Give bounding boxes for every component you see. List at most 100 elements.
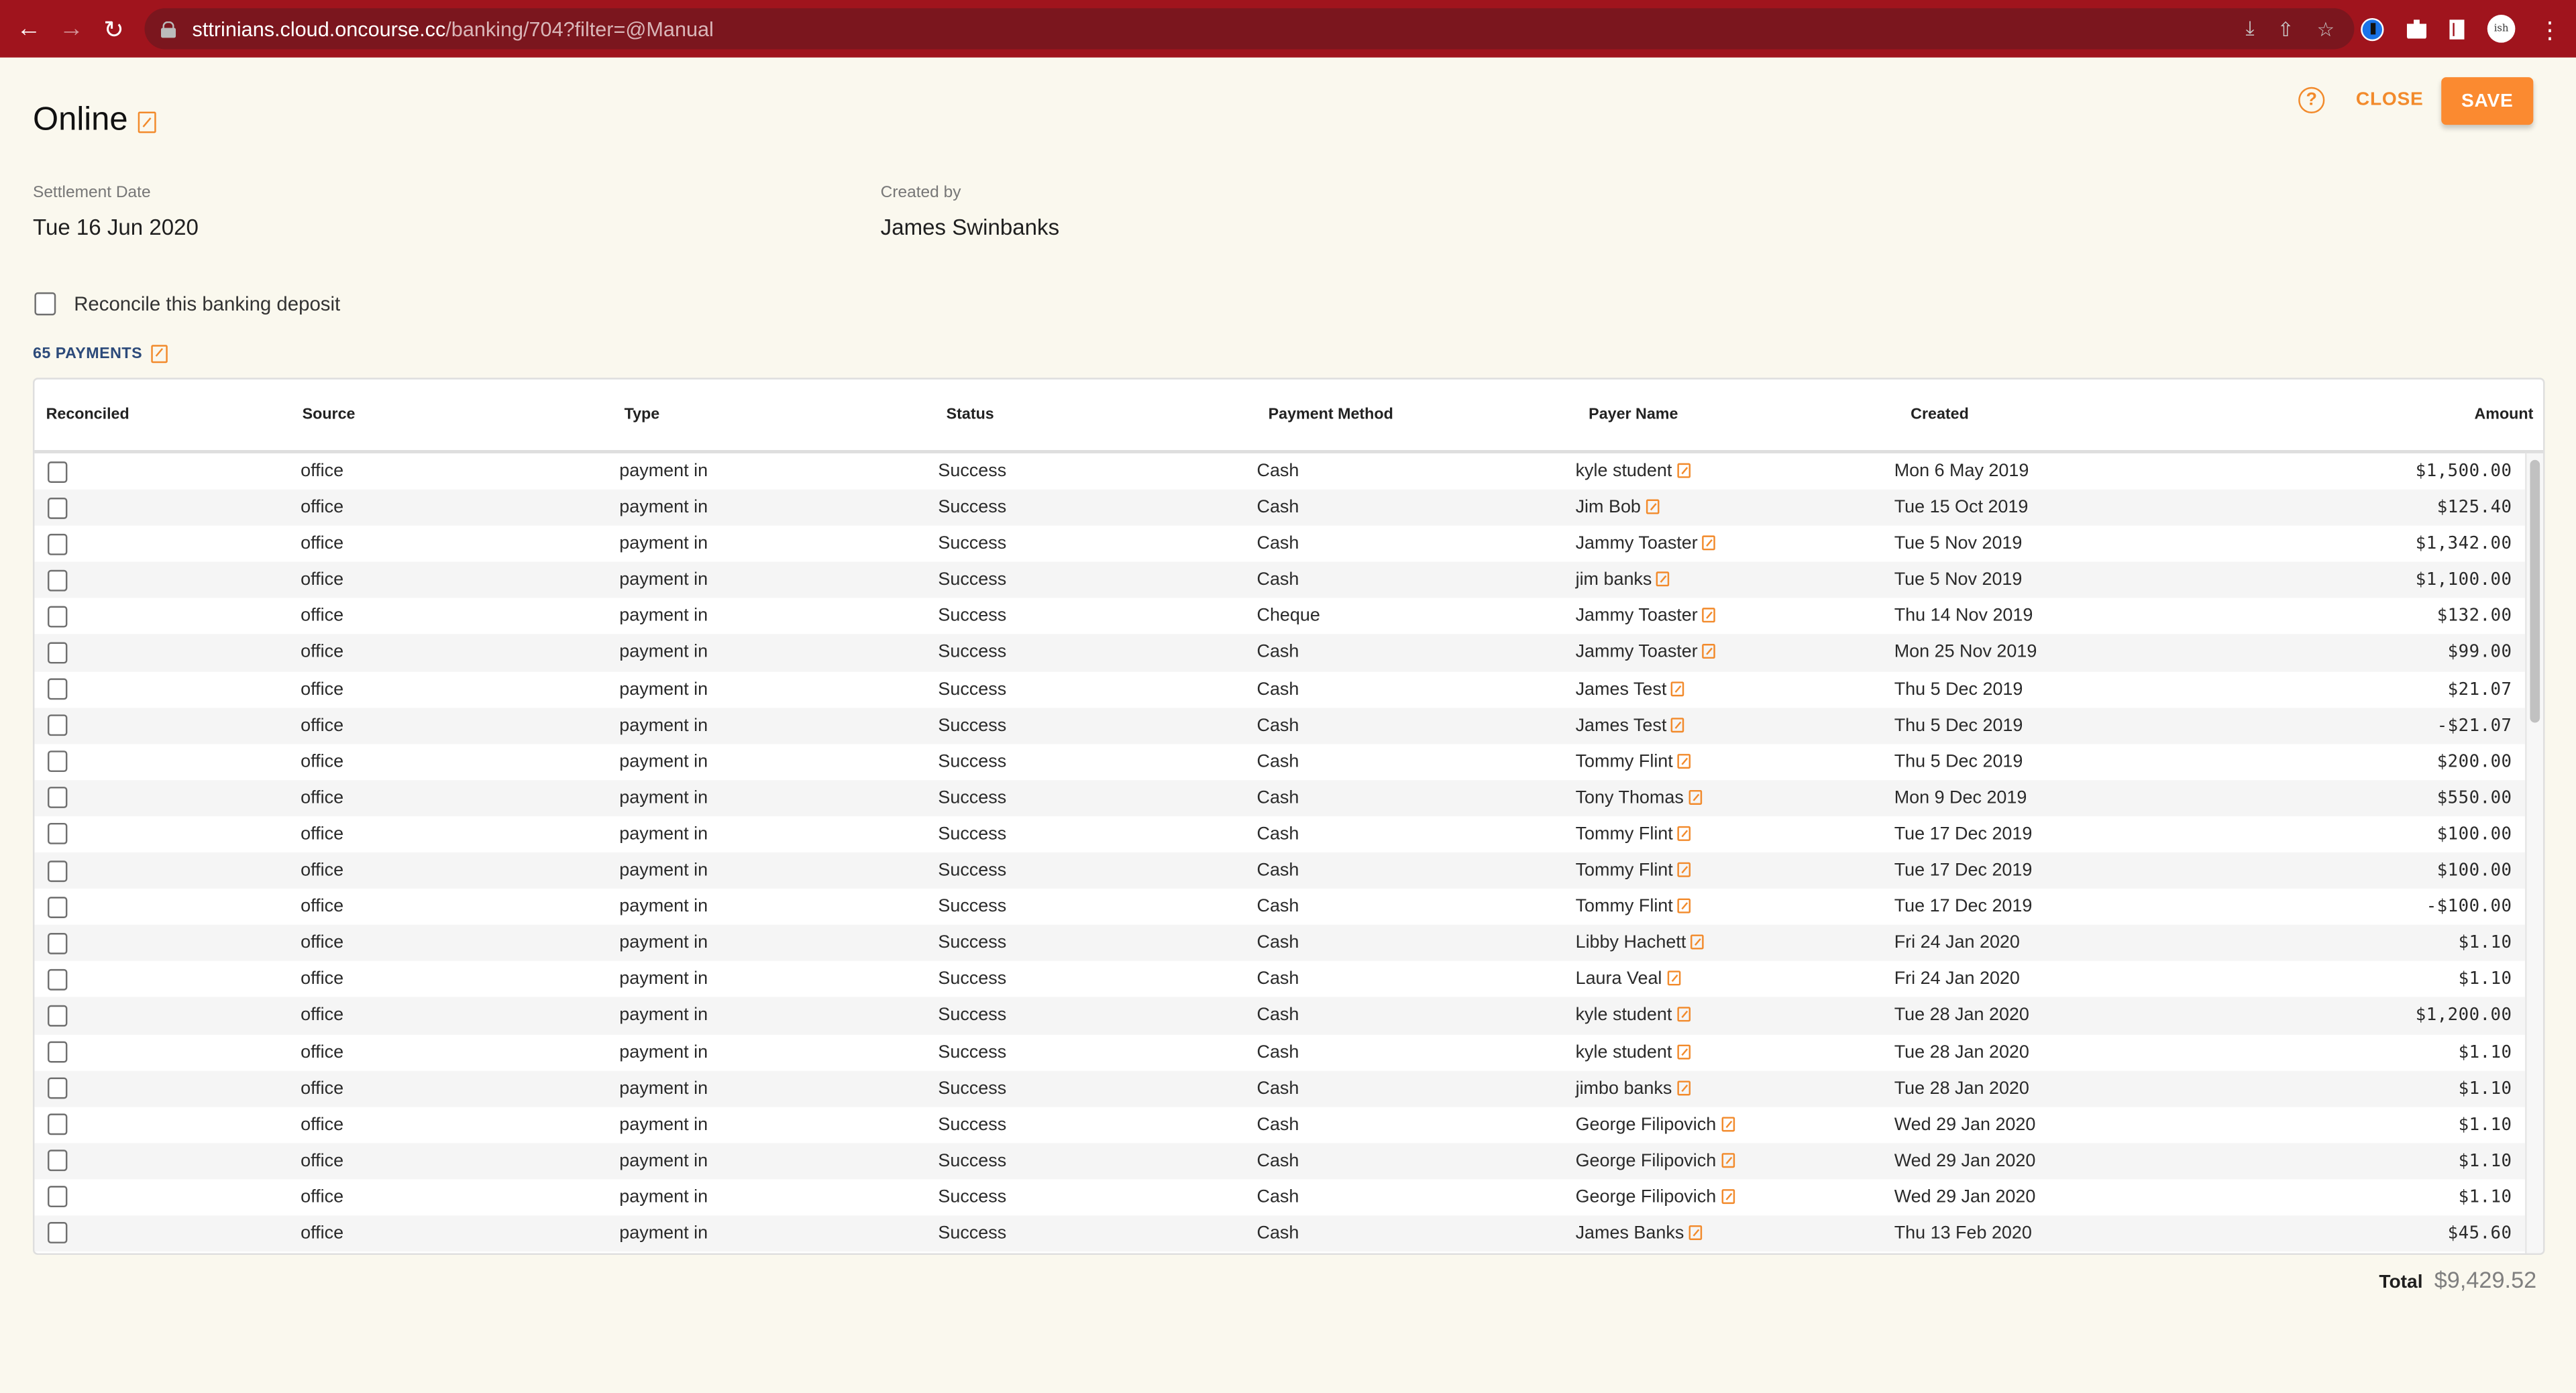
cell-reconciled[interactable] bbox=[48, 787, 68, 814]
table-row[interactable]: office payment in Success Cash Tue 28 Jan 20… bbox=[34, 1034, 2543, 1070]
open-payer-icon[interactable] bbox=[1721, 1116, 1735, 1131]
menu-icon[interactable]: ⋮ bbox=[2538, 17, 2561, 40]
cell-reconciled[interactable] bbox=[48, 714, 68, 741]
bookmark-star-icon[interactable]: ☆ bbox=[2317, 17, 2334, 40]
help-icon[interactable]: ? bbox=[2298, 87, 2325, 113]
reconciled-checkbox[interactable] bbox=[48, 460, 68, 482]
reconciled-checkbox[interactable] bbox=[48, 1077, 68, 1099]
table-row[interactable]: office payment in Success Cash Fri 24 Jan 20… bbox=[34, 961, 2543, 997]
cell-reconciled[interactable] bbox=[48, 1186, 68, 1213]
open-payer-icon[interactable] bbox=[1646, 499, 1659, 514]
cell-reconciled[interactable] bbox=[48, 932, 68, 958]
cell-reconciled[interactable] bbox=[48, 1113, 68, 1140]
cell-reconciled[interactable] bbox=[48, 642, 68, 668]
table-row[interactable]: office payment in Success Cash Tue 5 Nov 201… bbox=[34, 526, 2543, 562]
table-row[interactable]: office payment in Success Cash Wed 29 Jan 20… bbox=[34, 1142, 2544, 1180]
cell-reconciled[interactable] bbox=[48, 497, 68, 523]
cell-reconciled[interactable] bbox=[48, 1041, 68, 1068]
open-payer-icon[interactable] bbox=[1678, 898, 1691, 913]
table-row[interactable]: office payment in Success Cash Tue 17 Dec 20… bbox=[34, 852, 2544, 889]
reconciled-checkbox[interactable] bbox=[48, 968, 68, 991]
cell-reconciled[interactable] bbox=[48, 896, 68, 922]
password-manager-icon[interactable] bbox=[2361, 17, 2384, 41]
table-row[interactable]: office payment in Success Cash Fri 24 Jan 20… bbox=[34, 925, 2544, 962]
save-button[interactable]: SAVE bbox=[2441, 77, 2534, 125]
profile-avatar[interactable]: ish bbox=[2487, 15, 2516, 43]
reload-icon[interactable]: ↻ bbox=[103, 0, 124, 58]
reconciled-checkbox[interactable] bbox=[48, 932, 68, 954]
back-icon[interactable]: ← bbox=[16, 0, 41, 58]
reconciled-checkbox[interactable] bbox=[48, 569, 68, 592]
open-payer-icon[interactable] bbox=[1676, 1044, 1690, 1059]
reconciled-checkbox[interactable] bbox=[48, 750, 68, 773]
open-payer-icon[interactable] bbox=[1671, 717, 1685, 732]
reconcile-deposit-checkbox[interactable]: Reconcile this banking deposit bbox=[34, 292, 340, 316]
url-text[interactable]: sttrinians.cloud.oncourse.cc/banking/704… bbox=[193, 17, 714, 40]
cell-reconciled[interactable] bbox=[48, 1150, 68, 1176]
side-panel-icon[interactable] bbox=[2449, 19, 2465, 39]
cell-reconciled[interactable] bbox=[48, 460, 68, 487]
reconciled-checkbox[interactable] bbox=[48, 1005, 68, 1027]
cell-reconciled[interactable] bbox=[48, 824, 68, 850]
table-row[interactable]: office payment in Success Cash Wed 29 Jan 20… bbox=[34, 1107, 2543, 1143]
table-row[interactable]: office payment in Success Cash Thu 5 Dec 201… bbox=[34, 671, 2543, 708]
open-payer-icon[interactable] bbox=[1690, 935, 1705, 950]
table-row[interactable]: office payment in Success Cash Thu 13 Feb 20… bbox=[34, 1215, 2544, 1252]
open-payer-icon[interactable] bbox=[1721, 1152, 1735, 1168]
reconciled-checkbox[interactable] bbox=[48, 1113, 68, 1135]
table-row[interactable]: office payment in Success Cash Thu 5 Dec 201… bbox=[34, 744, 2543, 780]
cell-reconciled[interactable] bbox=[48, 533, 68, 559]
open-payer-icon[interactable] bbox=[1678, 753, 1691, 769]
column-header-amount[interactable]: Amount bbox=[2474, 406, 2533, 424]
reconciled-checkbox[interactable] bbox=[48, 606, 68, 628]
table-row[interactable]: office payment in Success Cheque Thu 14 Nov … bbox=[34, 598, 2543, 634]
reconciled-checkbox[interactable] bbox=[48, 1223, 68, 1245]
open-payer-icon[interactable] bbox=[1688, 789, 1702, 805]
table-row[interactable]: office payment in Success Cash Tue 17 Dec 20… bbox=[34, 889, 2543, 925]
table-row[interactable]: office payment in Success Cash Tue 15 Oct 20… bbox=[34, 490, 2544, 526]
install-icon[interactable]: ⤓ bbox=[2245, 16, 2254, 41]
column-header-type[interactable]: Type bbox=[625, 406, 660, 424]
extensions-icon[interactable] bbox=[2406, 19, 2427, 39]
reconciled-checkbox[interactable] bbox=[48, 497, 68, 518]
settlement-date-value[interactable]: Tue 16 Jun 2020 bbox=[33, 215, 199, 240]
table-scrollbar[interactable] bbox=[2525, 453, 2544, 1253]
open-payer-icon[interactable] bbox=[1666, 971, 1680, 987]
share-icon[interactable]: ⇧ bbox=[2277, 17, 2294, 40]
open-external-icon[interactable] bbox=[150, 345, 167, 364]
column-header-payment-method[interactable]: Payment Method bbox=[1269, 406, 1393, 424]
payments-count-link[interactable]: 65 PAYMENTS bbox=[33, 345, 167, 364]
open-payer-icon[interactable] bbox=[1703, 535, 1716, 551]
column-header-status[interactable]: Status bbox=[947, 406, 994, 424]
open-payer-icon[interactable] bbox=[1678, 862, 1691, 877]
open-payer-icon[interactable] bbox=[1688, 1225, 1703, 1240]
table-row[interactable]: office payment in Success Cash Tue 17 Dec 20… bbox=[34, 816, 2543, 852]
open-payer-icon[interactable] bbox=[1671, 681, 1685, 696]
open-payer-icon[interactable] bbox=[1676, 1080, 1690, 1095]
cell-reconciled[interactable] bbox=[48, 569, 68, 596]
address-bar[interactable]: sttrinians.cloud.oncourse.cc/banking/704… bbox=[144, 8, 2355, 50]
open-payer-icon[interactable] bbox=[1703, 645, 1716, 660]
checkbox-icon[interactable] bbox=[34, 292, 56, 316]
reconciled-checkbox[interactable] bbox=[48, 824, 68, 845]
cell-reconciled[interactable] bbox=[48, 678, 68, 705]
cell-reconciled[interactable] bbox=[48, 1005, 68, 1032]
cell-reconciled[interactable] bbox=[48, 606, 68, 632]
column-header-source[interactable]: Source bbox=[303, 406, 356, 424]
open-payer-icon[interactable] bbox=[1656, 571, 1670, 587]
reconcile-deposit-label[interactable]: Reconcile this banking deposit bbox=[74, 292, 340, 315]
reconciled-checkbox[interactable] bbox=[48, 787, 68, 809]
open-payer-icon[interactable] bbox=[1703, 608, 1716, 624]
column-header-payer-name[interactable]: Payer Name bbox=[1589, 406, 1678, 424]
reconciled-checkbox[interactable] bbox=[48, 1150, 68, 1172]
table-row[interactable]: office payment in Success Cash Tue 28 Jan 20… bbox=[34, 997, 2544, 1034]
cell-reconciled[interactable] bbox=[48, 1077, 68, 1104]
table-row[interactable]: office payment in Success Cash Tue 28 Jan 20… bbox=[34, 1070, 2544, 1107]
table-row[interactable]: office payment in Success Cash Tue 5 Nov 201… bbox=[34, 562, 2544, 599]
reconciled-checkbox[interactable] bbox=[48, 1041, 68, 1063]
open-payer-icon[interactable] bbox=[1721, 1188, 1735, 1204]
payments-count-label[interactable]: 65 PAYMENTS bbox=[33, 345, 142, 363]
cell-reconciled[interactable] bbox=[48, 1223, 68, 1249]
reconciled-checkbox[interactable] bbox=[48, 1186, 68, 1208]
column-header-reconciled[interactable]: Reconciled bbox=[46, 406, 129, 424]
